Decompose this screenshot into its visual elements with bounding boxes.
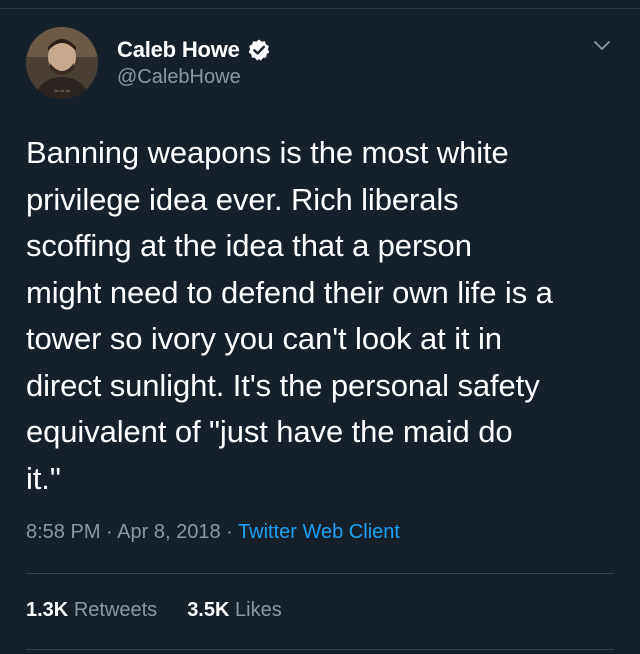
- tweet-client-link[interactable]: Twitter Web Client: [238, 521, 400, 543]
- author-name-row[interactable]: Caleb Howe: [117, 36, 271, 64]
- tweet-date[interactable]: Apr 8, 2018: [117, 521, 220, 543]
- author-display-name[interactable]: Caleb Howe: [117, 37, 240, 63]
- avatar[interactable]: ≈≈≈: [26, 27, 98, 99]
- tweet-time[interactable]: 8:58 PM: [26, 521, 100, 543]
- stats-divider-bottom: [26, 649, 614, 650]
- likes-label: Likes: [235, 599, 282, 621]
- retweets-stat[interactable]: 1.3K Retweets: [26, 599, 157, 622]
- meta-separator: ·: [226, 521, 233, 543]
- author-handle[interactable]: @CalebHowe: [117, 66, 241, 89]
- svg-text:≈≈≈: ≈≈≈: [53, 87, 71, 95]
- meta-separator: ·: [106, 521, 113, 543]
- retweets-label: Retweets: [73, 599, 158, 621]
- tweet-text: Banning weapons is the most white privil…: [26, 135, 553, 496]
- chevron-down-icon[interactable]: [592, 38, 612, 54]
- tweet-stats: 1.3K Retweets 3.5K Likes: [26, 599, 312, 622]
- retweets-count: 1.3K: [26, 599, 69, 621]
- stats-divider-top: [26, 573, 614, 574]
- verified-badge-icon: [247, 38, 271, 62]
- user-avatar-photo-icon: ≈≈≈: [26, 27, 98, 99]
- top-divider: [0, 8, 640, 9]
- likes-stat[interactable]: 3.5K Likes: [187, 599, 282, 622]
- likes-count: 3.5K: [187, 599, 230, 621]
- tweet-metadata: 8:58 PM · Apr 8, 2018 · Twitter Web Clie…: [26, 521, 400, 544]
